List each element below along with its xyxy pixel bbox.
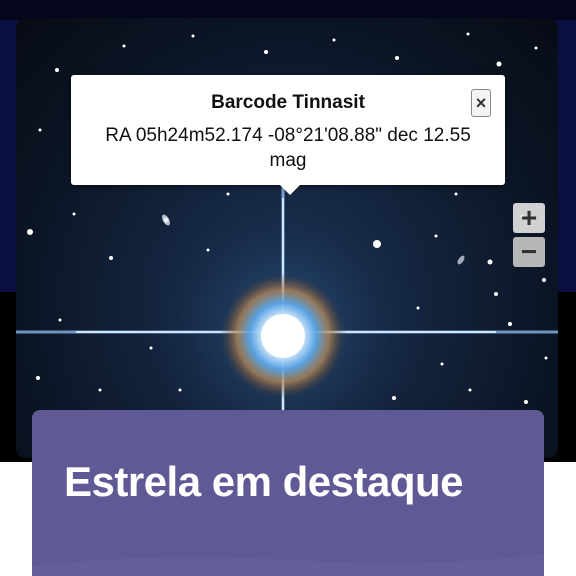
popup-title: Barcode Tinnasit [211,92,365,113]
zoom-in-icon[interactable]: + [513,203,545,233]
featured-star-card: Estrela em destaque [32,410,544,576]
close-icon[interactable]: × [471,89,491,117]
top-bar [0,0,576,20]
card-decoration [32,554,544,576]
card-title: Estrela em destaque [64,458,464,505]
popup-pointer [280,185,300,195]
star-info-popup: Barcode Tinnasit RA 05h24m52.174 -08°21'… [71,75,505,185]
zoom-out-icon[interactable]: − [513,237,545,267]
popup-coordinates: RA 05h24m52.174 -08°21'08.88" dec 12.55 … [105,125,471,171]
